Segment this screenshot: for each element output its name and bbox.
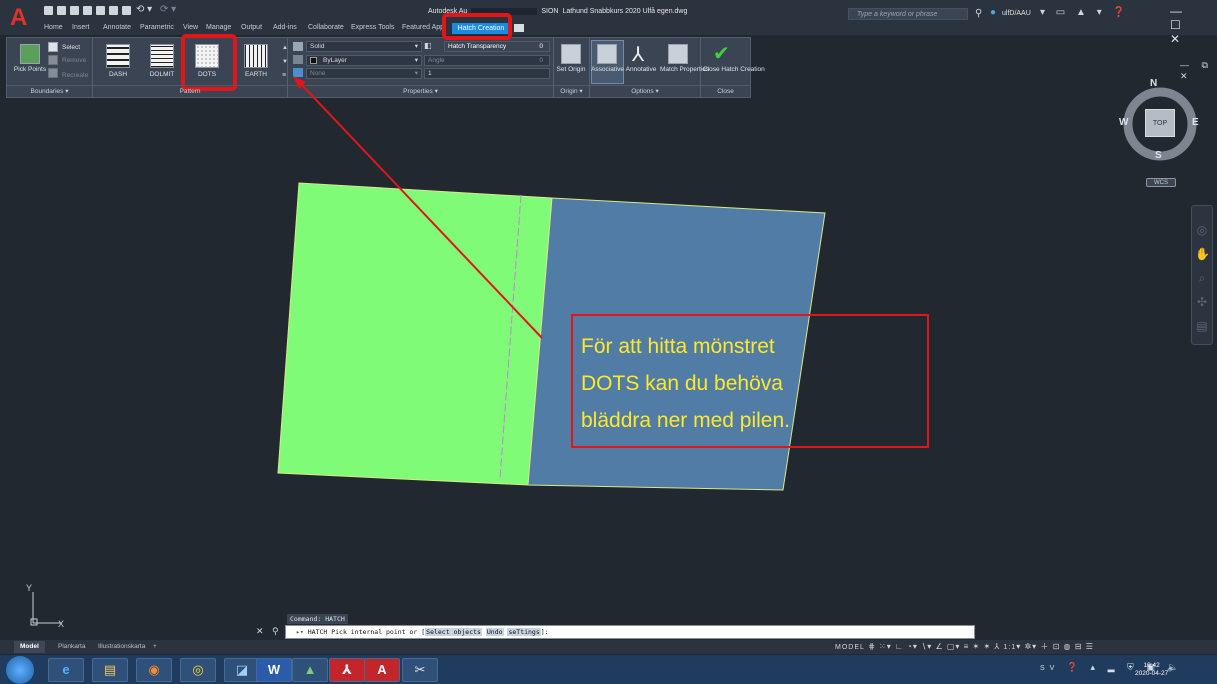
callout-text: För att hitta mönstret DOTS kan du behöv… xyxy=(581,335,790,432)
wcs-menu[interactable]: WCS xyxy=(1146,178,1176,187)
snipping-tool-icon[interactable]: ✂ xyxy=(402,658,438,682)
file-explorer-icon[interactable]: ▤ xyxy=(92,658,128,682)
viewcube-top-face[interactable]: TOP xyxy=(1145,109,1175,137)
ucs-x-label: X xyxy=(58,619,64,629)
app-icon[interactable]: ◪ xyxy=(224,658,260,682)
internet-explorer-icon[interactable]: e xyxy=(48,658,84,682)
settings-option[interactable]: seTtings xyxy=(507,628,541,636)
command-line-input[interactable]: ▸▾ HATCH Pick internal point or [Select … xyxy=(285,625,975,639)
word-icon[interactable]: W xyxy=(256,658,292,682)
tab-model[interactable]: Model xyxy=(14,641,45,653)
acrobat-icon[interactable]: ⅄ xyxy=(329,658,365,682)
viewcube-south-label[interactable]: S xyxy=(1155,150,1162,161)
command-close-icon[interactable]: ✕ ⚲ xyxy=(256,626,282,637)
chrome-icon[interactable]: ◎ xyxy=(180,658,216,682)
viewcube-west-label[interactable]: W xyxy=(1119,117,1128,128)
firefox-icon[interactable]: ◉ xyxy=(136,658,172,682)
command-history: Command: HATCH xyxy=(287,614,348,624)
nav-tools-icon[interactable]: ◎ ✋ ⌕ ✣ ▤ xyxy=(1195,218,1210,338)
ucs-y-label: Y xyxy=(26,583,32,593)
tab-illustrationskarta[interactable]: Illustrationskarta xyxy=(92,641,151,653)
tab-plankarta[interactable]: Plankarta xyxy=(52,641,91,653)
start-button-icon[interactable] xyxy=(6,656,34,684)
viewcube-east-label[interactable]: E xyxy=(1192,117,1199,128)
clock[interactable]: 19:42 2020-04-27 xyxy=(1135,662,1168,678)
viewcube-north-label[interactable]: N xyxy=(1150,78,1157,89)
undo-option[interactable]: Undo xyxy=(485,628,504,636)
add-layout-button[interactable]: + xyxy=(147,641,163,653)
autocad-window-icon[interactable]: A xyxy=(364,658,400,682)
autocad-app-icon[interactable]: ▲ xyxy=(292,658,328,682)
select-objects-option[interactable]: Select objects xyxy=(425,628,482,636)
status-bar[interactable]: MODEL ⋕ ⁙▾ ∟ ◔▾ ∖▾ ∠ ▢▾ ≡ ✶ ✶ ⅄ 1:1▾ ✲▾ … xyxy=(835,640,1217,654)
